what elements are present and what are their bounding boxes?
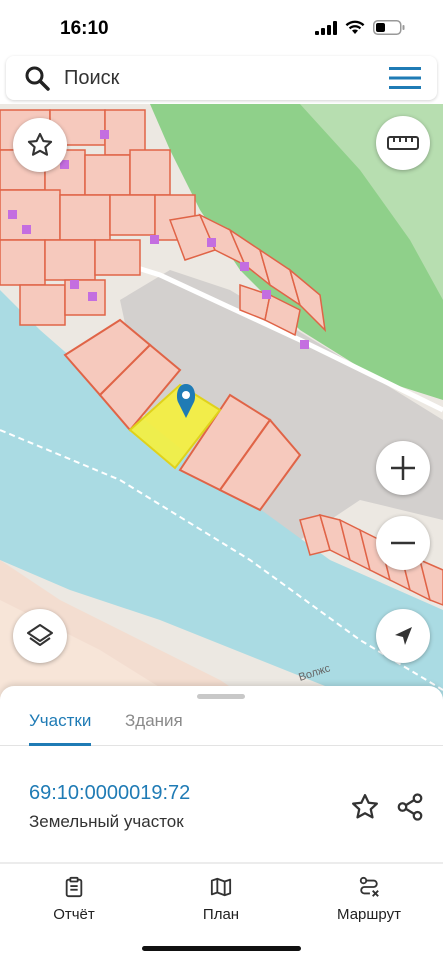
- tab-bar: Участки Здания: [0, 706, 443, 746]
- nav-plan-label: План: [202, 906, 240, 923]
- my-location-button[interactable]: [376, 609, 430, 663]
- tab-buildings[interactable]: Здания: [125, 708, 183, 746]
- nav-report[interactable]: Отчёт: [14, 876, 134, 923]
- nav-plan[interactable]: План: [161, 876, 281, 923]
- clipboard-icon: [65, 876, 83, 898]
- status-bar: 16:10: [0, 0, 443, 56]
- hamburger-menu-icon[interactable]: [389, 67, 421, 89]
- add-favorite-button[interactable]: [350, 792, 380, 822]
- nav-route[interactable]: Маршрут: [309, 876, 429, 923]
- minus-icon: [391, 541, 415, 545]
- favorites-button[interactable]: [13, 118, 67, 172]
- cadastral-number[interactable]: 69:10:0000019:72: [29, 782, 190, 805]
- map-icon: [210, 877, 232, 897]
- zoom-in-button[interactable]: [376, 441, 430, 495]
- ruler-button[interactable]: [376, 116, 430, 170]
- wifi-icon: [345, 20, 365, 34]
- star-icon: [27, 132, 53, 156]
- parcel-type: Земельный участок: [29, 812, 184, 831]
- status-time: 16:10: [60, 18, 109, 39]
- route-icon: [359, 876, 379, 897]
- nav-route-label: Маршрут: [337, 906, 401, 923]
- layers-icon: [27, 624, 53, 646]
- search-bar: [6, 56, 437, 100]
- star-icon: [352, 794, 378, 819]
- active-tab-indicator: [29, 743, 92, 746]
- share-icon: [397, 793, 423, 821]
- plus-icon: [391, 456, 415, 480]
- share-button[interactable]: [395, 792, 425, 822]
- navigation-arrow-icon: [395, 627, 412, 645]
- signal-icon: [315, 20, 337, 35]
- layers-button[interactable]: [13, 609, 67, 663]
- parcel-info-sheet: Участки Здания 69:10:0000019:72 Земельны…: [0, 686, 443, 864]
- ruler-icon: [387, 136, 419, 150]
- search-icon[interactable]: [24, 65, 50, 91]
- battery-icon: [373, 20, 405, 35]
- tab-parcels-label: Участки: [29, 711, 92, 730]
- map-canvas[interactable]: Волжс: [0, 104, 443, 700]
- status-icons: [315, 20, 405, 35]
- zoom-out-button[interactable]: [376, 516, 430, 570]
- search-input[interactable]: [64, 64, 364, 92]
- tab-buildings-label: Здания: [125, 711, 183, 730]
- tab-parcels[interactable]: Участки: [29, 708, 92, 746]
- home-indicator: [142, 946, 301, 951]
- map-view[interactable]: Волжс: [0, 104, 443, 700]
- nav-report-label: Отчёт: [53, 906, 95, 923]
- drag-handle[interactable]: [197, 694, 245, 699]
